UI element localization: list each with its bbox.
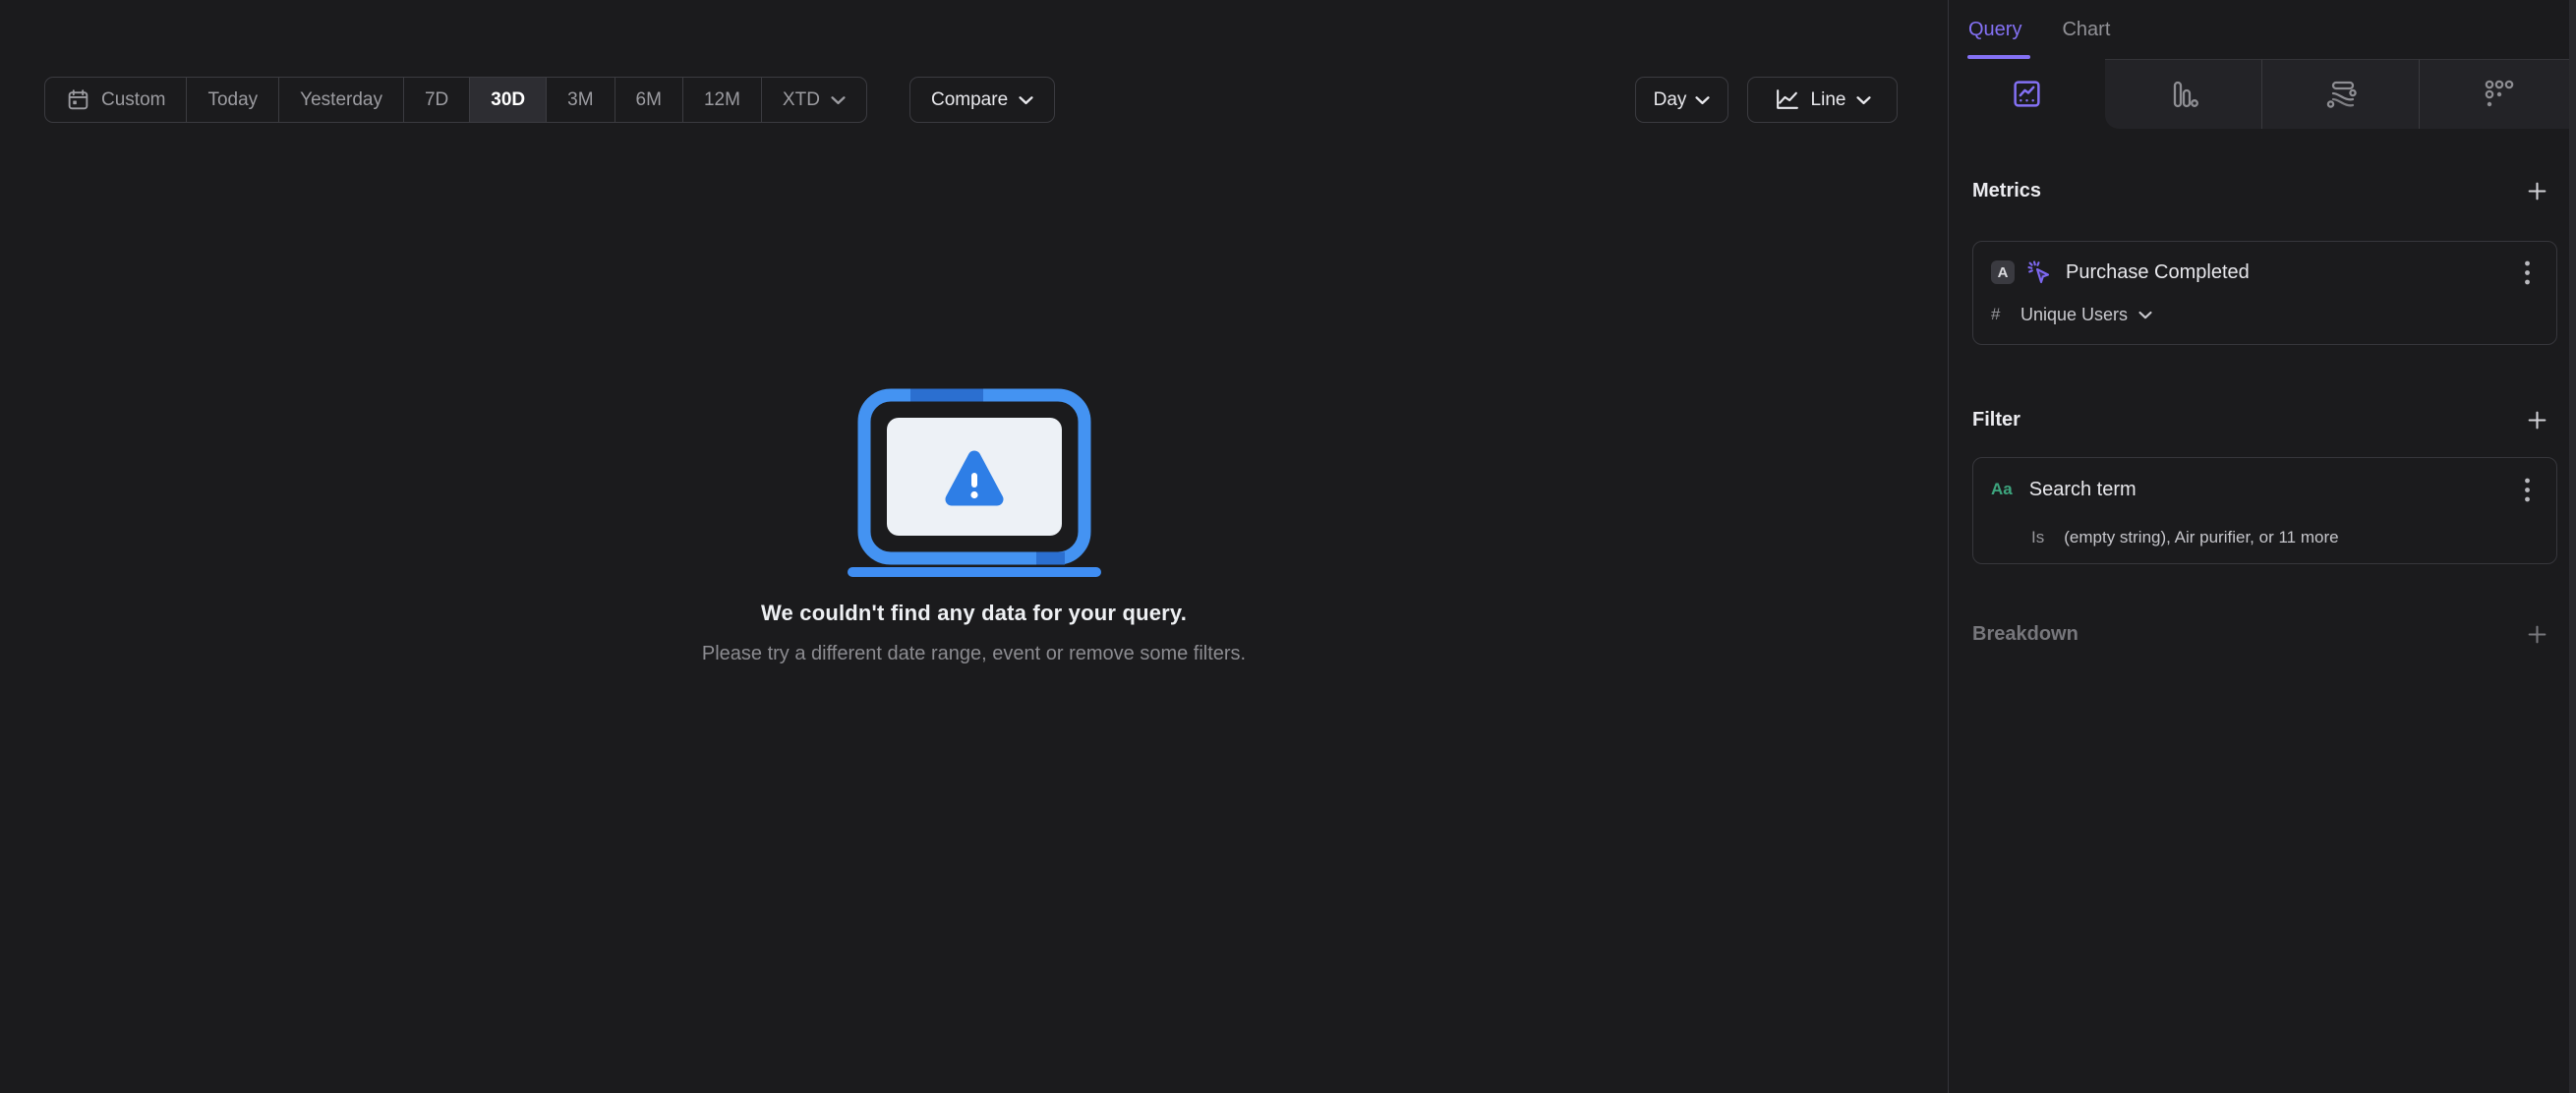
query-panel: Query Chart Metrics A Purchase Completed… — [1948, 0, 2576, 1093]
retention-icon — [2485, 80, 2513, 107]
chevron-down-icon — [2138, 311, 2152, 318]
empty-state-title: We couldn't find any data for your query… — [760, 601, 1188, 625]
empty-state-subtitle: Please try a different date range, event… — [701, 643, 1247, 664]
plus-icon — [2528, 411, 2547, 429]
string-property-type-badge: Aa — [1991, 480, 2013, 498]
aggregation-label: Unique Users — [2020, 304, 2129, 324]
filter-condition-row[interactable]: Is (empty string), Air purifier, or 11 m… — [2031, 525, 2531, 550]
tab-chart[interactable]: Chart — [2062, 19, 2110, 41]
add-filter-button[interactable] — [2520, 405, 2557, 434]
tab-retention[interactable] — [2419, 59, 2576, 129]
tab-insights[interactable] — [1949, 59, 2105, 129]
report-canvas: Custom Today Yesterday 7D 30D 3M 6M 12M … — [0, 0, 1948, 1093]
panel-scrollbar[interactable] — [2569, 0, 2576, 1093]
flow-icon — [2326, 81, 2357, 108]
filter-title: Filter — [1972, 408, 2020, 431]
metrics-title: Metrics — [1972, 179, 2042, 201]
aggregation-symbol: # — [1991, 305, 2001, 323]
insights-icon — [2014, 81, 2040, 107]
metrics-section-header: Metrics — [1972, 176, 2557, 205]
filter-property-name: Search term — [2028, 478, 2137, 500]
tab-flows[interactable] — [2261, 59, 2419, 129]
analytics-app: Custom Today Yesterday 7D 30D 3M 6M 12M … — [0, 0, 2576, 1093]
filter-operator: Is — [2031, 528, 2045, 546]
cursor-click-icon — [2027, 260, 2050, 284]
metric-aggregation-row[interactable]: # Unique Users — [1991, 302, 2531, 327]
kebab-icon — [2525, 478, 2530, 501]
plus-icon — [2528, 625, 2547, 643]
funnel-icon — [2173, 81, 2198, 108]
tab-query[interactable]: Query — [1968, 19, 2021, 41]
filter-options-button[interactable] — [2524, 477, 2531, 503]
kebab-icon — [2525, 260, 2530, 284]
report-type-tabs — [1949, 59, 2576, 129]
add-breakdown-button[interactable] — [2520, 619, 2557, 649]
series-letter-badge: A — [1991, 260, 2015, 284]
panel-tabs: Query Chart — [1949, 0, 2576, 59]
warning-laptop-illustration — [847, 388, 1101, 577]
filter-section-header: Filter — [1972, 405, 2557, 434]
metric-card[interactable]: A Purchase Completed # Unique Users — [1972, 241, 2557, 345]
tab-funnels[interactable] — [2105, 59, 2261, 129]
active-tab-underline — [1967, 55, 2030, 59]
add-metric-button[interactable] — [2520, 176, 2557, 205]
metric-event-name: Purchase Completed — [2066, 260, 2250, 283]
plus-icon — [2528, 182, 2547, 200]
filter-card[interactable]: Aa Search term Is (empty string), Air pu… — [1972, 457, 2557, 564]
filter-values-summary: (empty string), Air purifier, or 11 more — [2064, 528, 2339, 546]
breakdown-title: Breakdown — [1972, 622, 2078, 645]
query-builder: Metrics A Purchase Completed # Unique Us… — [1949, 176, 2576, 649]
breakdown-section-header: Breakdown — [1972, 619, 2557, 649]
empty-state: We couldn't find any data for your query… — [0, 0, 1948, 665]
metric-options-button[interactable] — [2524, 259, 2531, 286]
